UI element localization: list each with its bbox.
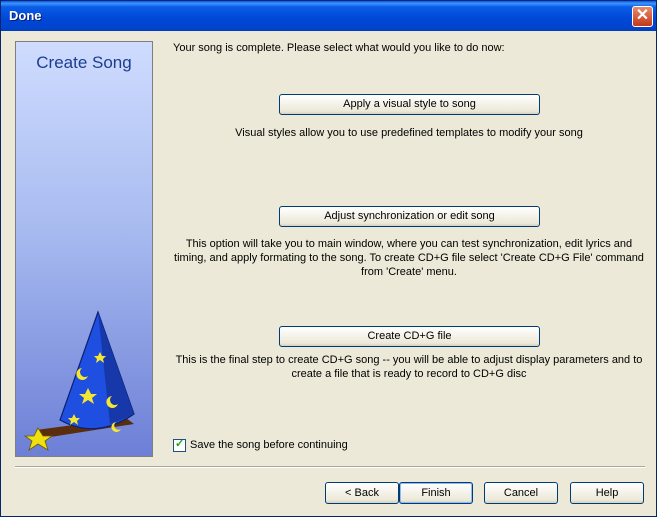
finish-button[interactable]: Finish	[399, 482, 473, 504]
footer-separator	[15, 466, 645, 468]
close-button[interactable]: ✕	[632, 6, 653, 27]
create-cdg-file-button[interactable]: Create CD+G file	[279, 326, 540, 347]
create-cdg-description: This is the final step to create CD+G so…	[175, 354, 643, 380]
title-bar[interactable]: Done ✕	[1, 1, 656, 31]
wizard-hat-icon	[23, 310, 135, 451]
help-button[interactable]: Help	[570, 482, 644, 504]
checkmark-icon: ✓	[175, 438, 185, 450]
close-icon: ✕	[635, 7, 650, 24]
wizard-side-panel: Create Song	[15, 41, 153, 457]
window-title: Done	[9, 8, 42, 23]
adjust-synchronization-button[interactable]: Adjust synchronization or edit song	[279, 206, 540, 227]
save-song-checkbox[interactable]: ✓	[173, 438, 186, 452]
side-panel-title: Create Song	[36, 53, 132, 72]
intro-text: Your song is complete. Please select wha…	[173, 42, 505, 54]
cancel-button[interactable]: Cancel	[484, 482, 558, 504]
save-song-label[interactable]: Save the song before continuing	[190, 439, 348, 451]
synchronization-description: This option will take you to main window…	[174, 238, 644, 278]
apply-visual-style-button[interactable]: Apply a visual style to song	[279, 94, 540, 115]
visual-style-description: Visual styles allow you to use predefine…	[235, 127, 583, 139]
back-button[interactable]: < Back	[325, 482, 399, 504]
done-dialog: Done ✕ Create Song Your song is complete…	[0, 0, 657, 517]
